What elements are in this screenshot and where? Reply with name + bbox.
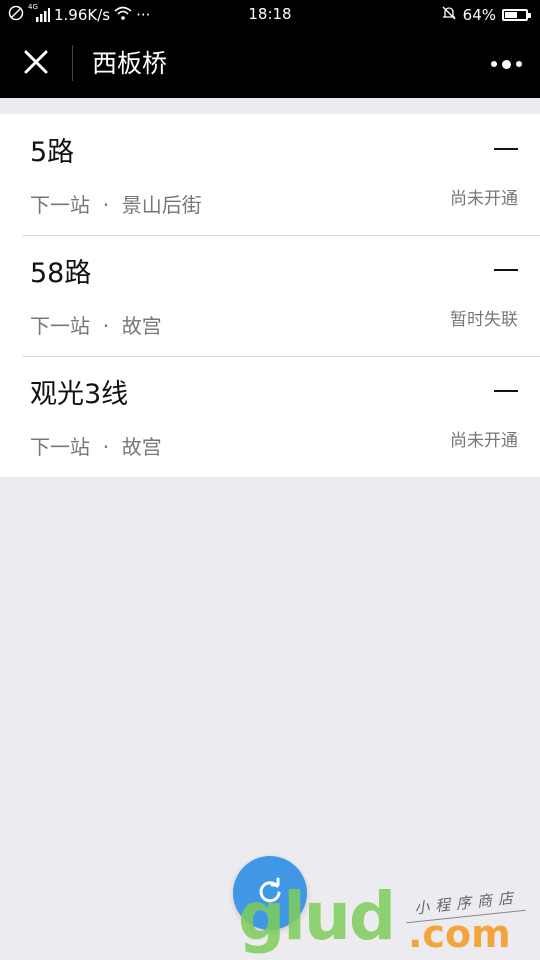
separator-dot: · (102, 314, 110, 338)
route-list: 5路 下一站 · 景山后街 尚未开通 58路 下一站 · 故宫 暂时失联 观光3… (0, 114, 540, 477)
more-button[interactable] (486, 48, 526, 80)
next-stop-name: 景山后街 (121, 193, 202, 217)
route-status: 尚未开通 (450, 431, 518, 451)
route-item[interactable]: 观光3线 下一站 · 故宫 尚未开通 (0, 356, 540, 477)
eta-placeholder (494, 269, 518, 271)
next-stop-name: 故宫 (121, 314, 162, 338)
route-name: 观光3线 (30, 379, 129, 410)
next-stop-label: 下一站 (30, 314, 90, 338)
separator-dot: · (102, 435, 110, 459)
eta-placeholder (494, 148, 518, 150)
watermark-domain: .com (408, 912, 511, 956)
next-stop-name: 故宫 (121, 435, 162, 459)
nav-bar: 西板桥 (0, 30, 540, 98)
route-item[interactable]: 5路 下一站 · 景山后街 尚未开通 (0, 114, 540, 235)
watermark-brand: glud (238, 878, 396, 955)
eta-placeholder (494, 390, 518, 392)
page-title: 西板桥 (92, 49, 168, 78)
close-icon (23, 49, 49, 79)
route-status: 尚未开通 (450, 189, 518, 209)
separator-dot: · (102, 193, 110, 217)
nav-divider (72, 45, 73, 81)
route-name: 58路 (30, 258, 92, 289)
next-stop-info: 下一站 · 故宫 (30, 313, 162, 339)
bell-muted-icon (441, 5, 457, 25)
route-status: 暂时失联 (450, 310, 518, 330)
more-dots-icon (490, 59, 522, 69)
next-stop-label: 下一站 (30, 435, 90, 459)
close-button[interactable] (18, 46, 54, 82)
status-bar: 4G 1.96K/s ··· 18:18 64% (0, 0, 540, 30)
route-item[interactable]: 58路 下一站 · 故宫 暂时失联 (0, 235, 540, 356)
status-bar-right: 64% (441, 5, 531, 25)
next-stop-info: 下一站 · 景山后街 (30, 192, 202, 218)
battery-percent: 64% (462, 6, 496, 24)
watermark-logo: glud 小程序商店 .com (238, 880, 538, 960)
next-stop-label: 下一站 (30, 193, 90, 217)
battery-icon (502, 9, 531, 21)
route-name: 5路 (30, 137, 75, 168)
next-stop-info: 下一站 · 故宫 (30, 434, 162, 460)
battery-level (505, 12, 517, 18)
